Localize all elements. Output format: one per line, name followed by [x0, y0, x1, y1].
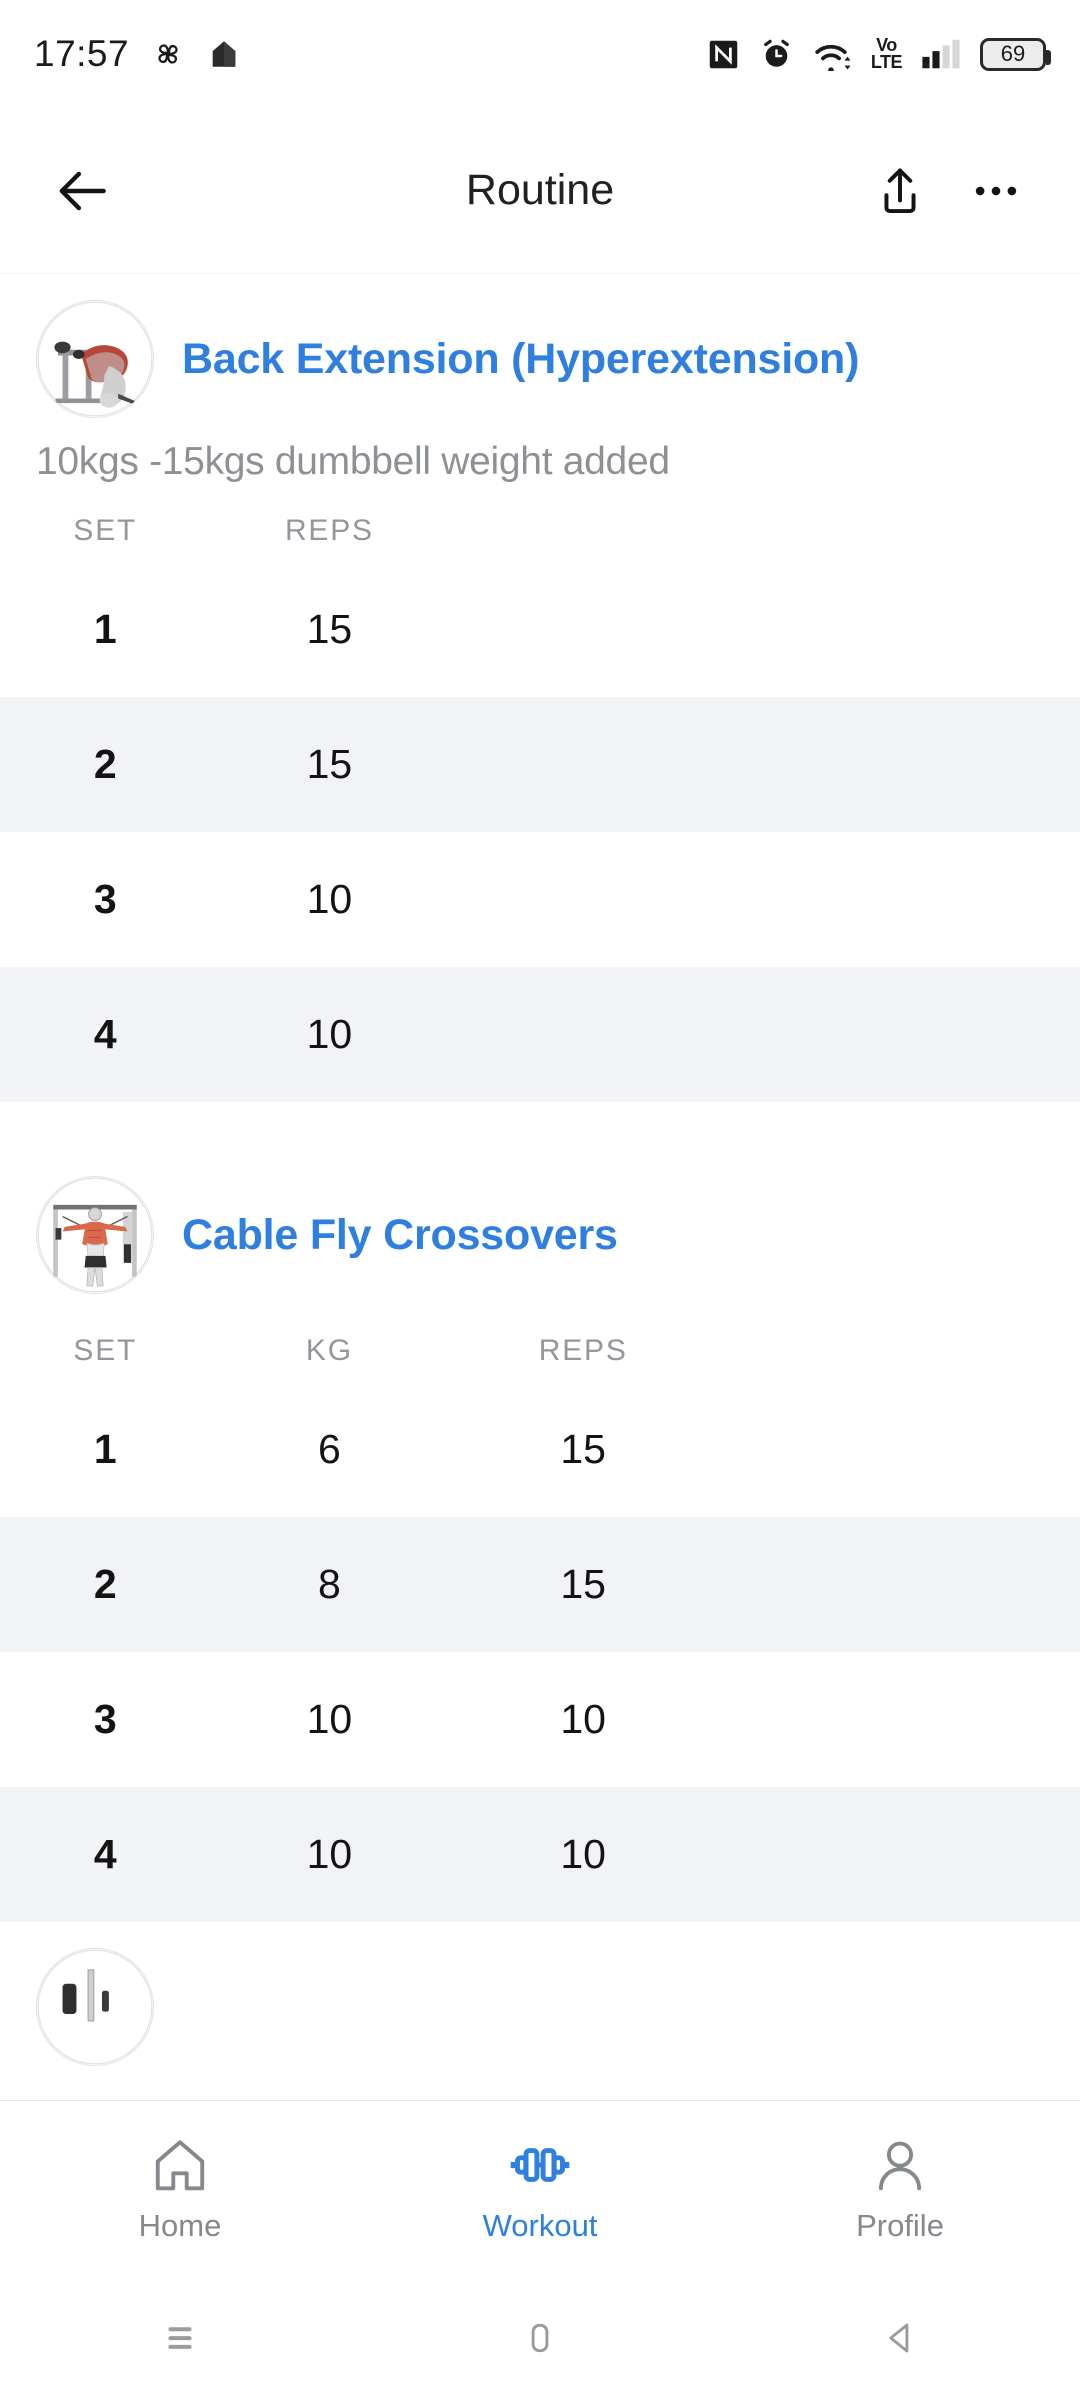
- sets-table: SET KG REPS 1 6 15 2 8 15 3 10 10 4 10 1…: [0, 1328, 1080, 1922]
- battery-level: 69: [1000, 41, 1026, 66]
- cell-set: 3: [93, 1696, 117, 1742]
- exercise-note: 10kgs -15kgs dumbbell weight added: [36, 440, 670, 483]
- cell-kg: 8: [210, 1517, 449, 1652]
- alarm-icon: [759, 37, 794, 72]
- share-icon[interactable]: [872, 163, 928, 219]
- exercise-card-partial[interactable]: [0, 1922, 1080, 2076]
- person-icon: [869, 2134, 931, 2196]
- cell-reps: 15: [306, 606, 353, 652]
- home-pill-icon: [517, 2315, 563, 2361]
- cell-spacer: [448, 562, 1080, 697]
- cell-set: 2: [0, 1517, 211, 1652]
- exercise-header[interactable]: Back Extension (Hyperextension): [0, 274, 1080, 428]
- android-navigation-bar: [0, 2276, 1080, 2400]
- table-row[interactable]: 2 15: [0, 697, 1080, 832]
- exercise-title[interactable]: [182, 1981, 194, 2033]
- column-header-reps: REPS: [284, 514, 374, 547]
- cable-fly-crossovers-thumbnail-icon: [36, 1176, 154, 1294]
- cell-spacer: [718, 1382, 1080, 1517]
- cell-spacer: [718, 1517, 1080, 1652]
- status-bar-right: Vo LTE 69: [707, 37, 1051, 72]
- cell-reps: 10: [560, 1696, 606, 1742]
- app-bar: Routine: [0, 108, 1080, 274]
- dumbbell-icon: [509, 2134, 571, 2196]
- android-back-button[interactable]: [720, 2315, 1080, 2361]
- cell-kg: 10: [210, 1787, 449, 1922]
- table-row[interactable]: 4 10: [0, 967, 1080, 1102]
- nav-item-workout[interactable]: Workout: [360, 2134, 720, 2244]
- app-bar-actions: [872, 163, 1024, 219]
- pinwheel-icon: [151, 37, 185, 71]
- nav-label-home: Home: [138, 2207, 222, 2243]
- cell-reps: 15: [448, 1517, 719, 1652]
- cell-reps: 10: [210, 967, 449, 1102]
- table-row[interactable]: 4 10 10: [0, 1787, 1080, 1922]
- volte-icon: Vo LTE: [870, 37, 903, 72]
- cell-set: 4: [0, 1787, 211, 1922]
- cell-spacer: [448, 967, 1080, 1102]
- column-header-set: SET: [73, 1334, 138, 1367]
- home-icon: [149, 2134, 211, 2196]
- cell-kg: 10: [306, 1696, 353, 1742]
- back-triangle-icon: [877, 2315, 923, 2361]
- nav-label-workout: Workout: [482, 2207, 598, 2243]
- partial-exercise-thumbnail-icon: [36, 1948, 154, 2066]
- table-row[interactable]: 1 15: [0, 562, 1080, 697]
- sets-table-header-row: SET REPS: [0, 508, 1080, 562]
- status-bar-left: 17:57: [34, 33, 241, 75]
- column-header-spacer: [718, 1328, 1080, 1382]
- table-row[interactable]: 2 8 15: [0, 1517, 1080, 1652]
- cell-reps: 10: [448, 1787, 719, 1922]
- cell-spacer: [718, 1787, 1080, 1922]
- table-row[interactable]: 3 10 10: [0, 1652, 1080, 1787]
- cell-set: 1: [93, 1426, 117, 1472]
- exercise-card[interactable]: Back Extension (Hyperextension) 10kgs -1…: [0, 274, 1080, 1102]
- android-recents-button[interactable]: [0, 2315, 360, 2361]
- column-header-spacer: [448, 508, 1080, 562]
- exercise-header[interactable]: Cable Fly Crossovers: [0, 1150, 1080, 1304]
- exercise-header[interactable]: [0, 1922, 1080, 2076]
- home-app-icon: [207, 37, 241, 71]
- status-clock: 17:57: [34, 33, 130, 74]
- exercise-card[interactable]: Cable Fly Crossovers SET KG REPS 1 6 15: [0, 1150, 1080, 1922]
- back-extension-thumbnail-icon: [36, 300, 154, 418]
- wifi-icon: [813, 38, 852, 71]
- cell-set: 1: [93, 606, 117, 652]
- nav-label-profile: Profile: [856, 2207, 944, 2243]
- signal-icon: [921, 38, 961, 70]
- cell-spacer: [448, 832, 1080, 967]
- column-header-kg: KG: [305, 1334, 353, 1367]
- cell-kg: 6: [317, 1426, 341, 1472]
- battery-icon: 69: [980, 37, 1051, 71]
- exercise-title[interactable]: Cable Fly Crossovers: [182, 1209, 618, 1261]
- column-header-set: SET: [73, 514, 138, 547]
- sets-table-header-row: SET KG REPS: [0, 1328, 1080, 1382]
- cell-set: 4: [0, 967, 211, 1102]
- recents-icon: [157, 2315, 203, 2361]
- sets-table: SET REPS 1 15 2 15 3 10 4 10: [0, 508, 1080, 1102]
- table-row[interactable]: 1 6 15: [0, 1382, 1080, 1517]
- exercise-title[interactable]: Back Extension (Hyperextension): [182, 333, 859, 385]
- volte-bottom: LTE: [870, 52, 903, 72]
- nav-item-profile[interactable]: Profile: [720, 2134, 1080, 2244]
- cell-set: 2: [0, 697, 211, 832]
- cell-reps: 10: [306, 876, 353, 922]
- back-arrow-icon[interactable]: [52, 160, 114, 222]
- nfc-icon: [707, 38, 740, 71]
- status-bar: 17:57 Vo LTE 69: [0, 0, 1080, 108]
- cell-reps: 15: [560, 1426, 606, 1472]
- cell-spacer: [718, 1652, 1080, 1787]
- cell-set: 3: [93, 876, 117, 922]
- cell-reps: 15: [210, 697, 449, 832]
- android-home-button[interactable]: [360, 2315, 720, 2361]
- more-options-icon[interactable]: [968, 163, 1024, 219]
- section-divider: [0, 1102, 1080, 1150]
- routine-exercise-list: Back Extension (Hyperextension) 10kgs -1…: [0, 274, 1080, 2076]
- table-row[interactable]: 3 10: [0, 832, 1080, 967]
- column-header-reps: REPS: [538, 1334, 628, 1367]
- nav-item-home[interactable]: Home: [0, 2134, 360, 2244]
- bottom-navigation-bar: Home Workout Profile: [0, 2100, 1080, 2276]
- cell-spacer: [448, 697, 1080, 832]
